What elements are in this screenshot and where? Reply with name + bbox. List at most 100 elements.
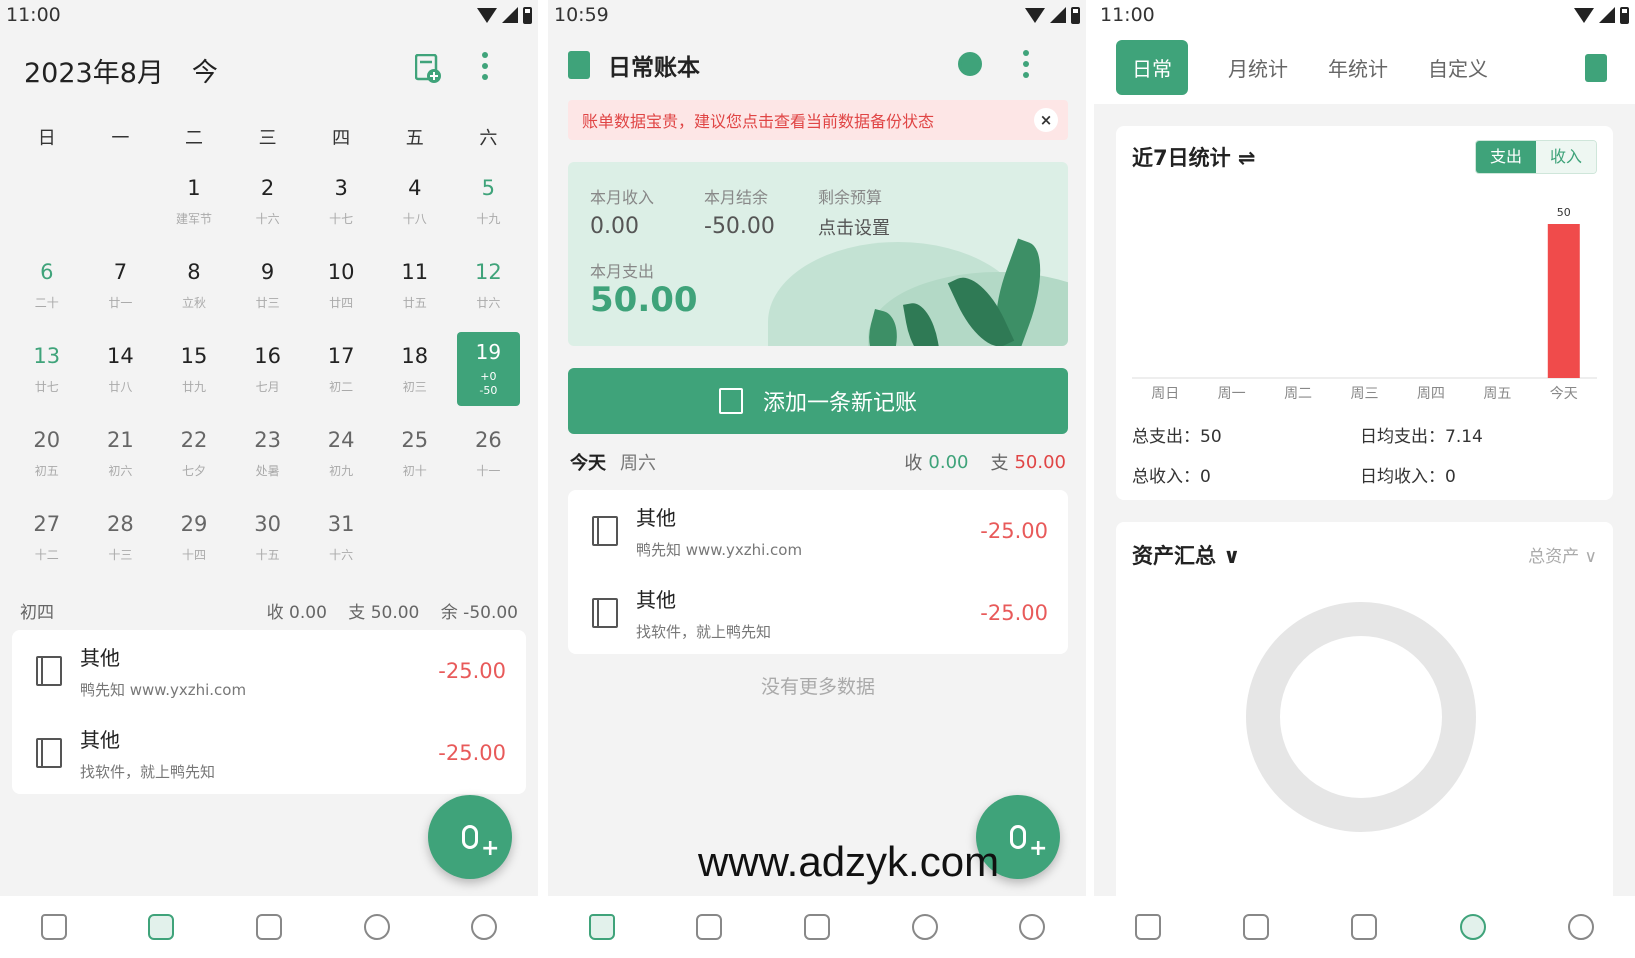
lunar-date: 十六 <box>255 212 280 226</box>
asset-type-select[interactable]: 总资产 ∨ <box>1528 542 1597 567</box>
calendar-day[interactable]: 1 建军节 <box>157 164 231 248</box>
calendar-day[interactable]: 18 初三 <box>378 332 452 416</box>
calendar-day[interactable]: 11 廿五 <box>378 248 452 332</box>
calendar-day[interactable]: 27 十二 <box>10 500 84 584</box>
book-icon <box>592 598 618 628</box>
calendar-day[interactable]: 8 立秋 <box>157 248 231 332</box>
calendar-day[interactable]: 25 初十 <box>378 416 452 500</box>
list-item[interactable]: 其他 找软件，就上鸭先知 -25.00 <box>568 572 1068 654</box>
calendar-day[interactable]: 21 初六 <box>84 416 158 500</box>
lunar-date: 十四 <box>181 548 206 562</box>
ledger-title[interactable]: 日常账本 <box>608 48 700 82</box>
search-icon[interactable] <box>958 52 982 76</box>
calendar-day[interactable]: 28 十三 <box>84 500 158 584</box>
more-icon[interactable] <box>471 914 498 940</box>
day-number: 18 <box>401 344 429 368</box>
entry-amount: -25.00 <box>980 601 1048 625</box>
month-title[interactable]: 2023年8月 <box>24 51 164 90</box>
calendar-day[interactable]: 16 七月 <box>231 332 305 416</box>
calendar-day[interactable]: 6 二十 <box>10 248 84 332</box>
tab-yearly[interactable]: 年统计 <box>1328 53 1388 82</box>
list-item[interactable]: 其他 鸭先知 www.yxzhi.com -25.00 <box>568 490 1068 572</box>
asset-donut-chart <box>1246 602 1476 832</box>
calendar-day[interactable]: 26 十一 <box>452 416 526 500</box>
lunar-date: 十一 <box>476 464 501 478</box>
close-icon[interactable]: × <box>1034 108 1058 132</box>
more-icon[interactable] <box>1567 914 1594 940</box>
calendar-day[interactable]: 5 十九 <box>452 164 526 248</box>
tab-monthly[interactable]: 月统计 <box>1228 53 1288 82</box>
bar-6[interactable] <box>1547 224 1580 378</box>
more-menu-icon[interactable] <box>1022 50 1030 78</box>
calendar-day[interactable]: 4 十八 <box>378 164 452 248</box>
backup-warning-banner[interactable]: 账单数据宝贵，建议您点击查看当前数据备份状态 × <box>568 100 1068 140</box>
lunar-date: 廿四 <box>329 296 354 310</box>
lunar-date: 廿七 <box>34 380 59 394</box>
calendar-day[interactable]: 9 廿三 <box>231 248 305 332</box>
home-icon[interactable] <box>1135 914 1162 940</box>
wallet-icon[interactable] <box>803 914 830 940</box>
today-button[interactable]: 今 <box>192 52 218 89</box>
day-number: 24 <box>327 428 355 452</box>
calendar-day[interactable]: 29 十四 <box>157 500 231 584</box>
home-icon[interactable] <box>40 914 67 940</box>
day-number: 17 <box>327 344 355 368</box>
list-item[interactable]: 其他 鸭先知 www.yxzhi.com -25.00 <box>12 630 526 712</box>
calendar-day[interactable]: 10 廿四 <box>304 248 378 332</box>
calendar-day[interactable]: 12 廿六 <box>452 248 526 332</box>
income-toggle[interactable]: 收入 <box>1536 141 1596 173</box>
chart-icon[interactable] <box>1459 914 1486 940</box>
calendar-day[interactable]: 17 初二 <box>304 332 378 416</box>
ledger-book-icon[interactable] <box>1585 54 1607 82</box>
calendar-day[interactable]: 22 七夕 <box>157 416 231 500</box>
calendar-day[interactable]: 19 +0 -50 <box>456 332 521 406</box>
more-icon[interactable] <box>1019 914 1046 940</box>
calendar-day[interactable]: 23 处暑 <box>231 416 305 500</box>
add-entry-button[interactable]: 添加一条新记账 <box>568 368 1068 434</box>
wallet-icon[interactable] <box>1351 914 1378 940</box>
calendar-icon[interactable] <box>1243 914 1270 940</box>
list-item[interactable]: 其他 找软件，就上鸭先知 -25.00 <box>12 712 526 794</box>
calendar-day[interactable]: 30 十五 <box>231 500 305 584</box>
calendar-day[interactable]: 7 廿一 <box>84 248 158 332</box>
asset-title[interactable]: 资产汇总 ∨ <box>1132 540 1240 570</box>
ledger-book-icon[interactable] <box>568 51 590 79</box>
voice-add-button[interactable] <box>428 795 512 879</box>
calendar-day[interactable]: 15 廿九 <box>157 332 231 416</box>
calendar-day[interactable]: 24 初九 <box>304 416 378 500</box>
calendar-day[interactable]: 20 初五 <box>10 416 84 500</box>
weekly-stats-card: 近7日统计 ⇌ 支出 收入 周日 周一 周二 周三 周四 周五 50 今天 总支出：50 日均… <box>1116 126 1613 500</box>
home-icon[interactable] <box>588 914 615 940</box>
day-number: 15 <box>180 344 208 368</box>
calendar-day[interactable]: 31 十六 <box>304 500 378 584</box>
summary-balance: 余 -50.00 <box>440 603 518 623</box>
expense-toggle[interactable]: 支出 <box>1476 141 1536 173</box>
calendar-panel: 11:00 2023年8月 今 日 一 二 三 四 五 六 1 建军节 2 十六 3 十七… <box>0 0 538 958</box>
calendar-icon[interactable] <box>148 914 175 940</box>
day-number: 1 <box>187 176 201 200</box>
weekday-label: 三 <box>258 128 277 149</box>
budget-setup-link[interactable]: 点击设置 <box>818 214 890 240</box>
warning-text: 账单数据宝贵，建议您点击查看当前数据备份状态 <box>582 112 935 131</box>
lunar-date: 初九 <box>329 464 354 478</box>
calendar-day[interactable]: 13 廿七 <box>10 332 84 416</box>
stats-title[interactable]: 近7日统计 ⇌ <box>1132 142 1256 172</box>
day-expense: -50 <box>479 384 498 397</box>
chart-icon[interactable] <box>363 914 390 940</box>
entry-amount: -25.00 <box>438 659 506 683</box>
status-icons <box>477 6 532 24</box>
wallet-icon[interactable] <box>255 914 282 940</box>
add-note-icon <box>718 388 743 414</box>
calendar-day[interactable]: 14 廿八 <box>84 332 158 416</box>
calendar-icon[interactable] <box>696 914 723 940</box>
tab-custom[interactable]: 自定义 <box>1428 53 1488 82</box>
more-menu-icon[interactable] <box>481 52 489 80</box>
tab-daily[interactable]: 日常 <box>1116 39 1188 95</box>
month-balance-value: -50.00 <box>704 214 775 239</box>
add-calendar-icon[interactable] <box>415 54 441 84</box>
budget-label: 剩余预算 <box>818 188 883 207</box>
calendar-day[interactable]: 3 十七 <box>304 164 378 248</box>
status-icons <box>1025 6 1080 24</box>
calendar-day[interactable]: 2 十六 <box>231 164 305 248</box>
chart-icon[interactable] <box>911 914 938 940</box>
